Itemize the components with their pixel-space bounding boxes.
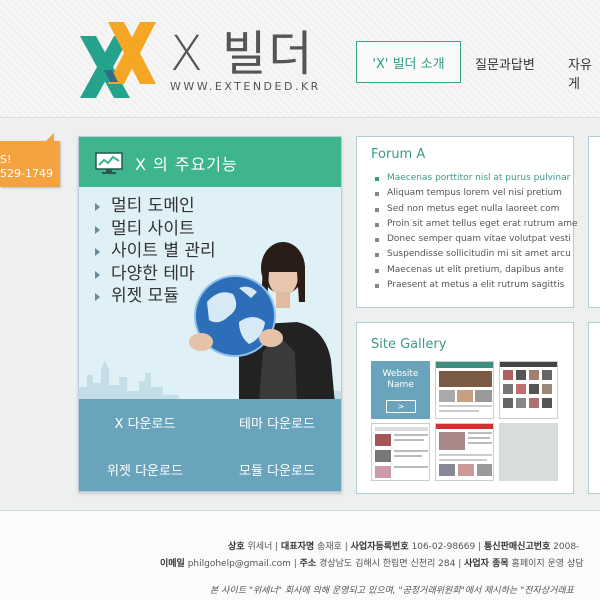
phone-badge-line1: S!	[0, 153, 12, 166]
monitor-chart-icon	[95, 152, 123, 174]
business-type-label: 사업자 종목	[464, 559, 509, 569]
download-theme-button[interactable]: 테마 다운로드	[211, 399, 341, 446]
forum-card: Forum A Maecenas porttitor nisl at purus…	[356, 136, 578, 308]
gallery-thumbnail[interactable]	[435, 423, 494, 481]
forum-post-link[interactable]: Donec semper quam vitae volutpat vesti	[373, 232, 578, 247]
phone-badge-line2: 529-1749	[0, 167, 53, 180]
company-label: 상호	[228, 542, 245, 552]
mail-order-label: 통신판매신고번호	[484, 542, 551, 552]
x-logo-icon[interactable]	[78, 20, 158, 100]
biz-number-label: 사업자등록번호	[350, 542, 409, 552]
footer-business-info: 상호 위세너 | 대표자명 송재호 | 사업자등록번호 106-02-98669…	[228, 542, 580, 552]
forum-post-link[interactable]: Proin sit amet tellus eget erat rutrum a…	[373, 217, 578, 232]
partial-card-top-right	[588, 136, 600, 308]
biz-number-value: 106-02-98669	[411, 542, 476, 552]
email-value[interactable]: philgohelp@gmail.com	[188, 559, 291, 569]
footer-notice: 본 사이트 "위세너" 회사에 의해 운영되고 있으며, "공정거래위원회"에서…	[210, 586, 574, 596]
ceo-label: 대표자명	[281, 542, 315, 552]
forum-title[interactable]: Forum A	[371, 147, 425, 162]
business-type-value: 홈페이지 운영 상담	[511, 559, 584, 569]
forum-post-link[interactable]: Sed non metus eget nulla laoreet com	[373, 202, 578, 217]
address-label: 주소	[299, 559, 317, 569]
download-x-button[interactable]: X 다운로드	[79, 399, 211, 446]
feature-panel-header: X 의 주요기능	[79, 137, 341, 187]
feature-item: 멀티 도메인	[93, 195, 216, 218]
forum-post-list: Maecenas porttitor nisl at purus pulvina…	[373, 171, 578, 293]
forum-post-link[interactable]: Aliquam tempus lorem vel nisi pretium	[373, 186, 578, 201]
feature-panel: X 의 주요기능 멀티 도메인 멀티 사이트 사이트 별 관리 다양한 테마 위…	[78, 136, 342, 492]
download-widget-button[interactable]: 위젯 다운로드	[79, 446, 211, 491]
website-screenshot-thumbnail	[500, 362, 557, 418]
site-header: X 빌더 WWW.EXTENDED.KR 'X' 빌더 소개 질문과답변 자유게	[0, 0, 600, 118]
forum-post-link[interactable]: Maecenas porttitor nisl at purus pulvina…	[373, 171, 578, 186]
ceo-value: 송재호	[317, 542, 342, 552]
address-value: 경상남도 김해시 한림면 신천리 284	[319, 559, 456, 569]
gallery-thumbnail[interactable]	[371, 423, 430, 481]
logo-title[interactable]: X 빌더	[170, 14, 314, 84]
nav-item-qna[interactable]: 질문과답변	[475, 54, 535, 73]
website-name-tile[interactable]: Website Name >	[371, 361, 430, 419]
forum-post-link[interactable]: Suspendisse sollicitudin mi sit amet arc…	[373, 247, 578, 262]
company-value: 위세너	[247, 542, 273, 552]
partial-card-bottom-right	[588, 322, 600, 494]
email-label: 이메일	[160, 559, 185, 569]
phone-badge: S! 529-1749	[0, 133, 60, 187]
download-grid: X 다운로드 테마 다운로드 위젯 다운로드 모듈 다운로드	[79, 399, 341, 491]
website-screenshot-thumbnail	[436, 424, 493, 480]
gallery-thumbnail[interactable]	[435, 361, 494, 419]
footer-contact-info: 이메일 philgohelp@gmail.com | 주소 경상남도 김해시 한…	[160, 559, 584, 569]
go-button[interactable]: >	[386, 400, 416, 413]
mail-order-value: 2008-	[553, 542, 580, 552]
feature-panel-title: X 의 주요기능	[135, 155, 238, 174]
forum-post-link[interactable]: Maecenas ut elit pretium, dapibus ante	[373, 263, 578, 278]
logo-url: WWW.EXTENDED.KR	[170, 80, 321, 93]
name-label: Name	[387, 380, 414, 390]
website-screenshot-thumbnail	[372, 424, 429, 480]
nav-item-about[interactable]: 'X' 빌더 소개	[356, 41, 461, 83]
download-module-button[interactable]: 모듈 다운로드	[211, 446, 341, 491]
site-gallery-card: Site Gallery Website Name >	[356, 322, 574, 494]
gallery-placeholder	[499, 423, 558, 481]
woman-holding-globe-image	[189, 242, 335, 404]
website-label: Website	[382, 369, 419, 379]
website-screenshot-thumbnail	[436, 362, 493, 418]
forum-post-link[interactable]: Praesent at metus a elit rutrum sagittis	[373, 278, 578, 293]
nav-item-free-board[interactable]: 자유게	[568, 54, 600, 92]
gallery-thumbnail[interactable]	[499, 361, 558, 419]
gallery-title[interactable]: Site Gallery	[371, 337, 446, 352]
